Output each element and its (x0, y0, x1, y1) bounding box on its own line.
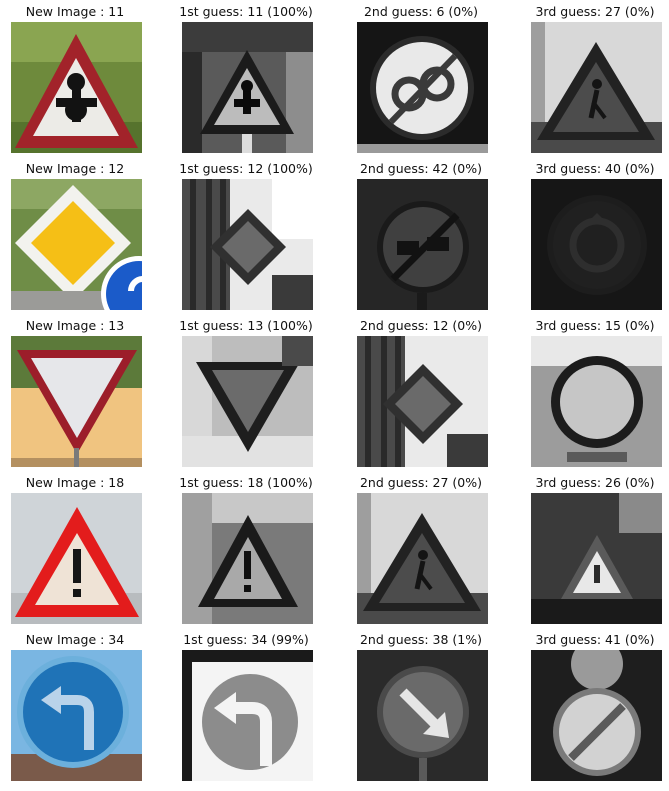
first-guess-title: 1st guess: 11 (100%) (179, 4, 313, 19)
first-guess-title: 1st guess: 12 (100%) (179, 161, 313, 176)
end-of-no-passing-sign-icon (357, 179, 488, 310)
pedestrians-warning-sign-icon (357, 493, 488, 624)
priority-road-sign-icon (11, 179, 142, 310)
second-guess-title: 2nd guess: 42 (0%) (359, 161, 482, 176)
right-of-way-next-junction-sign-icon (11, 22, 142, 153)
right-of-way-next-junction-sign-icon (182, 22, 313, 153)
new-image-title: New Image : 12 (25, 161, 125, 176)
general-caution-sign-icon (182, 493, 313, 624)
second-guess-title: 2nd guess: 38 (1%) (359, 632, 482, 647)
priority-road-sign-icon (357, 336, 488, 467)
third-guess-title: 3rd guess: 41 (0%) (535, 632, 655, 647)
new-image-title: New Image : 13 (25, 318, 125, 333)
end-of-no-passing-sign-icon (531, 650, 662, 781)
second-guess-title: 2nd guess: 6 (0%) (363, 4, 479, 19)
first-guess-title: 1st guess: 18 (100%) (179, 475, 313, 490)
turn-left-ahead-sign-icon (11, 650, 142, 781)
third-guess-title: 3rd guess: 40 (0%) (535, 161, 655, 176)
prediction-grid: New Image : 11 1st guess: 11 (100%) 2nd … (0, 0, 669, 791)
yield-sign-icon (182, 336, 313, 467)
third-guess-title: 3rd guess: 15 (0%) (535, 318, 655, 333)
keep-right-sign-icon (357, 650, 488, 781)
second-guess-title: 2nd guess: 27 (0%) (359, 475, 482, 490)
priority-road-sign-icon (182, 179, 313, 310)
new-image-title: New Image : 11 (25, 4, 125, 19)
turn-left-ahead-sign-icon (182, 650, 313, 781)
third-guess-title: 3rd guess: 26 (0%) (535, 475, 655, 490)
general-caution-sign-icon (11, 493, 142, 624)
third-guess-title: 3rd guess: 27 (0%) (535, 4, 655, 19)
end-of-speed-limit-sign-icon (357, 22, 488, 153)
traffic-signals-sign-icon (531, 493, 662, 624)
first-guess-title: 1st guess: 34 (99%) (183, 632, 309, 647)
no-vehicles-sign-icon (531, 336, 662, 467)
roundabout-sign-icon (531, 179, 662, 310)
pedestrians-warning-sign-icon (531, 22, 662, 153)
second-guess-title: 2nd guess: 12 (0%) (359, 318, 482, 333)
new-image-title: New Image : 18 (25, 475, 125, 490)
yield-sign-icon (11, 336, 142, 467)
new-image-title: New Image : 34 (25, 632, 125, 647)
first-guess-title: 1st guess: 13 (100%) (179, 318, 313, 333)
